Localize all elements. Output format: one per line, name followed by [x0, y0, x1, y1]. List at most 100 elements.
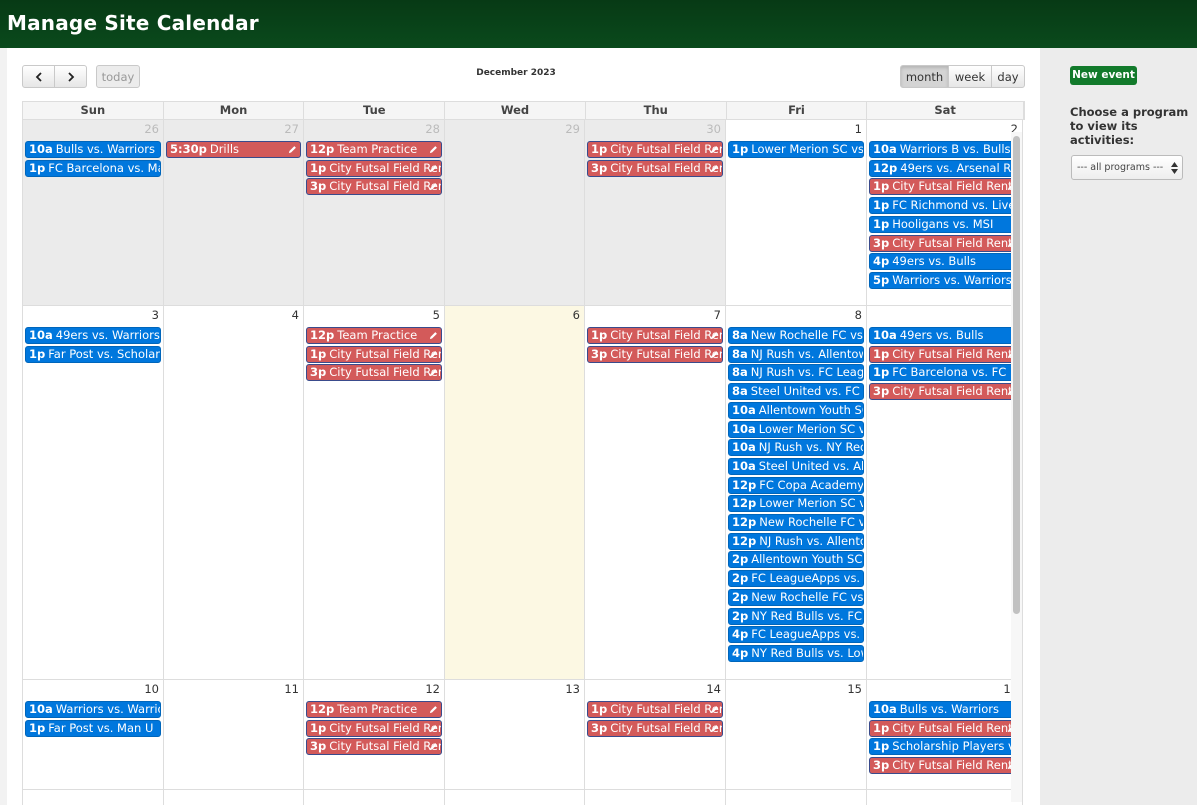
day-cell[interactable]	[164, 790, 304, 805]
calendar-event[interactable]: 1pCity Futsal Field Rental	[587, 701, 723, 718]
day-cell[interactable]	[445, 790, 585, 805]
week-view-button[interactable]: week	[948, 65, 992, 88]
calendar-event[interactable]: 3pCity Futsal Field Rental	[587, 719, 723, 737]
event-title: City Futsal Field Rental	[892, 346, 1020, 361]
calendar-event[interactable]: 1pCity Futsal Field Rental	[587, 327, 723, 344]
calendar-event[interactable]: 1pCity Futsal Field Rental	[306, 159, 442, 177]
program-select[interactable]: --- all programs ---	[1071, 155, 1183, 180]
calendar-event[interactable]: 3pCity Futsal Field Rental	[869, 757, 1020, 775]
calendar-event[interactable]: 1pFar Post vs. Scholarship	[25, 345, 161, 363]
day-cell[interactable]: 1 1pLower Merion SC vs. FC	[726, 120, 867, 306]
day-cell[interactable]: 301pCity Futsal Field Rental3pCity Futsa…	[585, 120, 726, 306]
day-cell[interactable]: 71pCity Futsal Field Rental3pCity Futsal…	[585, 306, 726, 680]
calendar-scrollbar[interactable]	[1011, 132, 1022, 802]
event-time: 3p	[591, 160, 608, 175]
calendar-event[interactable]: 10aWarriors vs. Warriors	[25, 701, 161, 718]
calendar-event[interactable]: 3pCity Futsal Field Rental	[869, 383, 1020, 401]
day-cell[interactable]: 512pTeam Practice1pCity Futsal Field Ren…	[304, 306, 445, 680]
day-cell[interactable]: 26 10a Bulls vs. Warriors 1p FC Barcelona vs…	[23, 120, 164, 306]
calendar-event[interactable]: 3pCity Futsal Field Rental	[306, 738, 442, 756]
day-cell[interactable]	[585, 790, 726, 805]
calendar-event[interactable]: 4p 49ers vs. Bulls	[869, 253, 1020, 271]
calendar-event[interactable]: 10aLower Merion SC vs. N	[728, 420, 864, 438]
calendar-event[interactable]: 10a 49ers vs. Warriors	[25, 327, 161, 344]
new-event-button[interactable]: New event	[1070, 66, 1137, 85]
day-cell[interactable]: 15	[726, 680, 867, 790]
day-cell[interactable]: 1610aBulls vs. Warriors1pCity Futsal Fie…	[867, 680, 1023, 790]
calendar-event[interactable]: 10a Bulls vs. Warriors	[869, 701, 1020, 718]
calendar-event[interactable]: 8aSteel United vs. FC Cop	[728, 383, 864, 401]
calendar-event[interactable]: 3pCity Futsal Field Rental	[306, 178, 442, 196]
calendar-event[interactable]: 4pFC LeagueApps vs. NY	[728, 626, 864, 644]
calendar-event[interactable]: 2pAllentown Youth SC vs	[728, 551, 864, 569]
day-cell[interactable]: 11	[164, 680, 304, 790]
weekday-label: Thu	[586, 102, 727, 119]
calendar-event[interactable]: 1p FC Barcelona vs. FC Ric	[869, 364, 1020, 382]
day-cell[interactable]: 2812pTeam Practice1pCity Futsal Field Re…	[304, 120, 445, 306]
calendar-event[interactable]: 1p Scholarship Players vs.	[869, 738, 1020, 756]
event-time: 4p	[732, 627, 749, 642]
day-cell[interactable]: 2 10a Warriors B vs. Bulls 12p 49ers vs. Ars…	[867, 120, 1023, 306]
calendar-event[interactable]: 10a 49ers vs. Bulls	[869, 327, 1020, 344]
calendar-event[interactable]: 8aNJ Rush vs. Allentown Y	[728, 345, 864, 363]
calendar-event[interactable]: 1pCity Futsal Field Rental	[587, 141, 723, 158]
day-cell[interactable]: 6	[445, 306, 585, 680]
calendar-event[interactable]: 12pNew Rochelle FC vs. F	[728, 514, 864, 531]
calendar-event[interactable]: 12p Team Practice	[306, 141, 442, 158]
calendar-event[interactable]: 1pCity Futsal Field Rental	[306, 719, 442, 737]
calendar-event[interactable]: 10aAllentown Youth SC vs.	[728, 401, 864, 419]
day-cell[interactable]: 27 5:30p Drills	[164, 120, 304, 306]
day-cell[interactable]	[23, 790, 164, 805]
day-cell[interactable]: 141pCity Futsal Field Rental3pCity Futsa…	[585, 680, 726, 790]
event-title: Drills	[209, 142, 240, 156]
calendar-event[interactable]: 3pCity Futsal Field Rental	[306, 364, 442, 382]
calendar-event[interactable]: 12p Team Practice	[306, 701, 442, 718]
calendar-event[interactable]: 8aNew Rochelle FC vs. NY	[728, 327, 864, 344]
calendar-event[interactable]: 12p Team Practice	[306, 327, 442, 344]
calendar-event[interactable]: 2pFC LeagueApps vs. Ste	[728, 570, 864, 588]
calendar-event[interactable]: 10a Bulls vs. Warriors	[25, 141, 161, 158]
day-cell[interactable]: 3 10a 49ers vs. Warriors 1p Far Post vs. Sch…	[23, 306, 164, 680]
day-cell[interactable]: 13	[445, 680, 585, 790]
calendar-event[interactable]: 5:30p Drills	[166, 141, 301, 158]
calendar-event[interactable]: 2pNew Rochelle FC vs. NJ	[728, 588, 864, 606]
calendar-event[interactable]: 10a Warriors B vs. Bulls	[869, 141, 1020, 158]
calendar-event[interactable]: 1p Hooligans vs. MSI	[869, 215, 1020, 233]
calendar-event[interactable]: 10aNJ Rush vs. NY Red Bu	[728, 439, 864, 457]
calendar-event[interactable]: 1pLower Merion SC vs. FC	[728, 141, 864, 158]
day-cell[interactable]: 910a49ers vs. Bulls1pCity Futsal Field R…	[867, 306, 1023, 680]
event-time: 1p	[310, 160, 327, 175]
calendar-event[interactable]: 12p 49ers vs. Arsenal Red	[869, 159, 1020, 177]
calendar-event[interactable]: 1pFC Richmond vs. Liverpool	[869, 197, 1020, 215]
day-cell[interactable]	[726, 790, 867, 805]
calendar-event[interactable]: 3pCity Futsal Field Rental	[587, 345, 723, 363]
calendar-event[interactable]: 3pCity Futsal Field Rental	[869, 234, 1020, 252]
calendar-event[interactable]: 1pCity Futsal Field Rental	[306, 345, 442, 363]
day-cell[interactable]: 1212pTeam Practice1pCity Futsal Field Re…	[304, 680, 445, 790]
calendar-event[interactable]: 3pCity Futsal Field Rental	[587, 159, 723, 177]
calendar-event[interactable]: 1pCity Futsal Field Rental	[869, 345, 1020, 363]
calendar-event[interactable]: 1p Far Post vs. Man U	[25, 719, 161, 737]
day-cell[interactable]: 29	[445, 120, 585, 306]
calendar-event[interactable]: 12pNJ Rush vs. Allentown	[728, 532, 864, 550]
calendar-event[interactable]: 5p Warriors vs. Warriors B	[869, 271, 1020, 289]
day-cell[interactable]: 4	[164, 306, 304, 680]
event-time: 10a	[732, 458, 756, 473]
calendar-event[interactable]: 12pFC Copa Academy vs.	[728, 476, 864, 494]
calendar-event[interactable]: 2pNY Red Bulls vs. FC Co	[728, 607, 864, 625]
day-cell[interactable]	[867, 790, 1023, 805]
day-cell[interactable]: 1010aWarriors vs. Warriors1pFar Post vs.…	[23, 680, 164, 790]
calendar-event[interactable]: 10aSteel United vs. Allent	[728, 457, 864, 475]
day-cell[interactable]	[304, 790, 445, 805]
calendar-event[interactable]: 1pFC Barcelona vs. Man U	[25, 159, 161, 177]
calendar-event[interactable]: 12pLower Merion SC vs. A	[728, 495, 864, 513]
calendar-event[interactable]: 8aNJ Rush vs. FC LeagueA	[728, 364, 864, 382]
event-title: Lower Merion SC vs. N	[758, 421, 863, 436]
scrollbar-thumb[interactable]	[1013, 136, 1020, 614]
day-view-button[interactable]: day	[991, 65, 1025, 88]
calendar-event[interactable]: 1pCity Futsal Field Rental	[869, 178, 1020, 196]
month-view-button[interactable]: month	[900, 65, 949, 88]
day-cell[interactable]: 88aNew Rochelle FC vs. NY8aNJ Rush vs. A…	[726, 306, 867, 680]
calendar-event[interactable]: 4pNY Red Bulls vs. Lower	[728, 644, 864, 662]
calendar-event[interactable]: 1pCity Futsal Field Rental	[869, 719, 1020, 737]
